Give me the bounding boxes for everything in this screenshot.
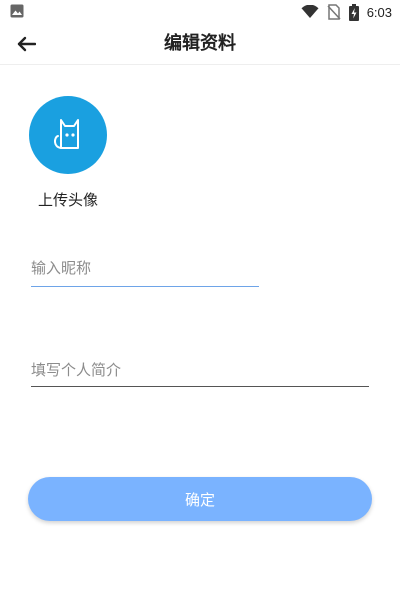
nickname-input[interactable] — [31, 250, 259, 287]
battery-charging-icon — [348, 3, 359, 21]
avatar[interactable] — [29, 96, 107, 174]
upload-avatar-label[interactable]: 上传头像 — [38, 189, 98, 210]
bio-input[interactable] — [31, 354, 369, 387]
app-bar: 编辑资料 — [0, 24, 400, 65]
cat-icon — [54, 119, 79, 149]
status-icons: 6:03 — [301, 3, 392, 21]
confirm-button[interactable]: 确定 — [28, 477, 372, 521]
status-time: 6:03 — [366, 4, 392, 20]
wifi-icon — [301, 5, 319, 18]
no-sim-icon — [327, 4, 341, 20]
page-title: 编辑资料 — [164, 33, 236, 54]
image-notification-icon — [10, 4, 24, 18]
status-bar: 6:03 — [0, 0, 400, 24]
